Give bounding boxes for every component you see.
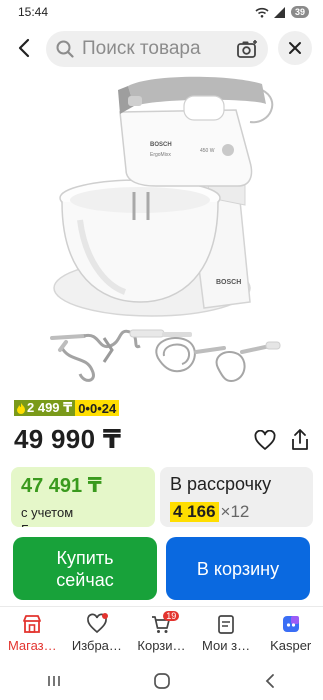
- bonus-card[interactable]: 47 491 ₸ с учетом Б: [11, 467, 155, 527]
- buy-now-label: Купить сейчас: [56, 547, 114, 590]
- nav-label-kasper: Kasper: [270, 638, 312, 653]
- recent-apps-icon[interactable]: [46, 673, 62, 689]
- wifi-icon: [255, 7, 269, 18]
- search-icon: [56, 40, 74, 58]
- svg-text:BOSCH: BOSCH: [150, 142, 172, 148]
- nav-label-store: Магаз…: [7, 638, 57, 653]
- search-header: Поиск товара: [0, 28, 323, 68]
- system-nav-bar: [0, 662, 323, 700]
- nav-label-orders: Мои з…: [202, 638, 251, 653]
- product-image[interactable]: BOSCH BOSCH ErgoMixx 450 W: [0, 70, 323, 392]
- nav-item-orders[interactable]: Мои з…: [194, 607, 259, 662]
- orders-icon: [218, 615, 234, 634]
- cart-badge: 19: [163, 611, 180, 621]
- share-icon: [292, 429, 308, 450]
- battery-indicator: 39: [290, 6, 309, 18]
- nav-label-cart: Корзи…: [137, 638, 186, 653]
- promo-price-badge: 2 499 ₸: [14, 400, 76, 416]
- favorite-button[interactable]: [254, 429, 276, 452]
- camera-search-icon[interactable]: [236, 39, 258, 59]
- svg-text:450 W: 450 W: [200, 148, 215, 154]
- kaspi-assistant-icon: [282, 616, 299, 632]
- store-icon: [23, 615, 42, 633]
- product-price: 49 990 ₸: [14, 424, 122, 454]
- add-to-cart-button[interactable]: В корзину: [166, 537, 310, 600]
- nav-item-kasper[interactable]: Kasper: [258, 607, 323, 662]
- installment-multiplier: ×12: [220, 502, 250, 521]
- search-input[interactable]: Поиск товара: [46, 31, 268, 67]
- promo-strip: 2 499 ₸ 0•0•24: [14, 400, 120, 416]
- close-button[interactable]: [278, 31, 312, 65]
- bonus-note-line1: с учетом: [21, 505, 74, 520]
- flame-icon: [17, 402, 25, 414]
- signal-icon: [273, 6, 285, 18]
- chevron-left-icon: [18, 38, 30, 58]
- nav-item-favorites[interactable]: Избра…: [65, 607, 130, 662]
- status-icons: 39: [255, 6, 309, 18]
- installment-card[interactable]: В рассрочку 4 166 ×12: [160, 467, 313, 527]
- bonus-note-line2: Б: [21, 521, 145, 527]
- home-icon[interactable]: [153, 672, 171, 690]
- back-button[interactable]: [10, 34, 38, 62]
- heart-icon: [254, 429, 276, 450]
- share-button[interactable]: [289, 428, 311, 452]
- nav-item-cart[interactable]: 19 Корзи…: [129, 607, 194, 662]
- svg-text:ErgoMixx: ErgoMixx: [150, 152, 171, 158]
- buy-now-button[interactable]: Купить сейчас: [13, 537, 157, 600]
- close-icon: [289, 42, 301, 54]
- installment-title: В рассрочку: [170, 474, 272, 494]
- nav-label-favorites: Избра…: [71, 638, 122, 653]
- back-nav-icon[interactable]: [262, 673, 278, 689]
- search-placeholder: Поиск товара: [82, 38, 201, 59]
- status-bar: 15:44 39: [0, 0, 323, 24]
- favorites-dot: [101, 613, 108, 619]
- bottom-nav: Магаз… Избра… 19 Корзи… Мои з… Kasper: [0, 606, 323, 662]
- stand-mixer-image: BOSCH BOSCH ErgoMixx 450 W: [50, 76, 281, 382]
- promo-price: 2 499 ₸: [27, 400, 73, 415]
- bonus-price: 47 491 ₸: [21, 475, 102, 497]
- svg-text:BOSCH: BOSCH: [216, 279, 241, 286]
- nav-item-store[interactable]: Магаз…: [0, 607, 65, 662]
- installment-row: 4 166 ×12: [170, 502, 303, 522]
- promo-installment-badge: 0•0•24: [75, 400, 120, 416]
- add-to-cart-label: В корзину: [196, 558, 280, 579]
- status-time: 15:44: [18, 5, 49, 19]
- installment-amount: 4 166: [170, 502, 219, 522]
